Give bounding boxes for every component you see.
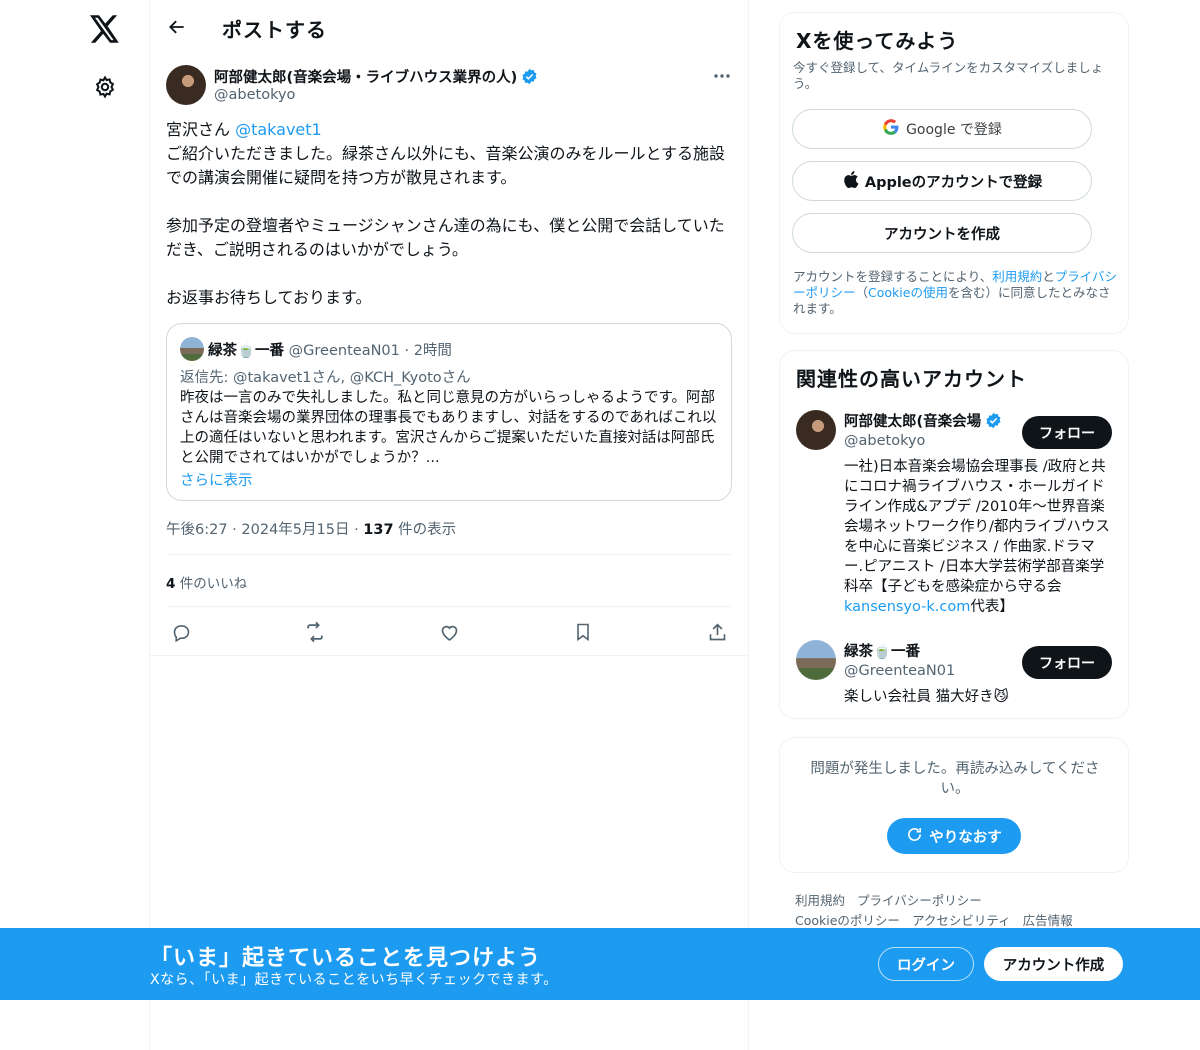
likes-count: 4 — [166, 576, 176, 592]
divider — [166, 606, 732, 607]
likes-link[interactable]: 4 件のいいね — [166, 572, 247, 592]
repost-icon[interactable] — [302, 619, 328, 645]
bio-link[interactable]: kansensyo-k.com — [844, 599, 970, 615]
google-icon — [882, 118, 900, 140]
footer-link[interactable]: 利用規約 — [795, 893, 845, 908]
show-more-link[interactable]: さらに表示 — [180, 469, 253, 490]
account-bio: 楽しい会社員 猫大好き😼 — [844, 689, 1009, 705]
avatar[interactable] — [166, 65, 206, 105]
author-name-link[interactable]: 阿部健太郎(音楽会場・ライブハウス業界の人) — [214, 66, 538, 87]
left-nav — [0, 0, 150, 1050]
banner-subtitle: Xなら、「いま」起きていることをいち早くチェックできます。 — [150, 972, 558, 988]
tweet-author: 阿部健太郎(音楽会場・ライブハウス業界の人) @abetokyo — [166, 64, 736, 108]
divider — [150, 655, 749, 656]
arrow-left-icon[interactable] — [164, 14, 190, 40]
account-item[interactable]: 阿部健太郎(音楽会場 @abetokyo フォロー 一社)日本音楽会場協会理事長… — [796, 410, 1114, 620]
error-message: 問題が発生しました。再読み込みしてください。 — [810, 761, 1100, 797]
quoted-tweet[interactable]: 緑茶🍵一番 @GreenteaN01 · 2時間 返信先: @takavet1さ… — [166, 323, 732, 501]
signup-subtitle: 今すぐ登録して、タイムラインをカスタマイズしましょう。 — [793, 60, 1104, 91]
like-heart-icon[interactable] — [436, 619, 462, 645]
author-name: 阿部健太郎(音楽会場・ライブハウス業界の人) — [214, 70, 518, 86]
footer-link[interactable]: 広告情報 — [1023, 913, 1073, 928]
likes-label: 件のいいね — [175, 576, 248, 592]
signup-banner: 「いま」起きていることを見つけよう Xなら、「いま」起きていることをいち早くチェ… — [0, 928, 1200, 1000]
related-accounts-card: 関連性の高いアカウント 阿部健太郎(音楽会場 @abetokyo フォロー 一社… — [779, 350, 1129, 719]
quote-author-name: 緑茶🍵一番 — [208, 343, 285, 359]
banner-title: 「いま」起きていることを見つけよう — [150, 946, 542, 971]
account-item[interactable]: 緑茶🍵一番 @GreenteaN01 フォロー 楽しい会社員 猫大好き😼 — [796, 640, 1114, 706]
account-name: 緑茶🍵一番 — [844, 644, 921, 660]
page-title: ポストする — [222, 18, 327, 42]
login-button[interactable]: ログイン — [878, 947, 974, 981]
signup-legal: アカウントを登録することにより、利用規約とプライバシーポリシー（Cookieの使… — [793, 269, 1118, 317]
divider — [166, 554, 732, 555]
tweet-time[interactable]: 午後6:27 · 2024年5月15日 · — [166, 522, 363, 538]
avatar — [796, 410, 836, 450]
legal-text: と — [1042, 269, 1055, 284]
footer-links: 利用規約 プライバシーポリシー Cookieのポリシー アクセシビリティ 広告情報 — [795, 891, 1125, 931]
legal-text: アカウントを登録することにより、 — [793, 269, 993, 284]
tweet-greeting: 宮沢さん — [166, 120, 236, 139]
follow-button[interactable]: フォロー — [1022, 646, 1112, 679]
account-handle: @GreenteaN01 — [844, 663, 956, 679]
account-handle: @abetokyo — [844, 433, 926, 449]
tweet-body: ご紹介いただきました。緑茶さん以外にも、音楽公演のみをルールとする施設での講演会… — [166, 144, 726, 307]
footer-link[interactable]: アクセシビリティ — [912, 913, 1011, 928]
bookmark-icon[interactable] — [570, 619, 596, 645]
page-header: ポストする — [150, 0, 749, 54]
account-name: 阿部健太郎(音楽会場 — [844, 414, 982, 430]
create-account-label: アカウントを作成 — [884, 226, 1000, 243]
quote-reply-to: 返信先: @takavet1さん, @KCH_Kyotoさん — [180, 370, 471, 386]
footer-link[interactable]: プライバシーポリシー — [857, 893, 982, 908]
follow-button[interactable]: フォロー — [1022, 416, 1112, 449]
bio-text: 代表】 — [970, 599, 1014, 615]
related-accounts-title: 関連性の高いアカウント — [796, 367, 1027, 391]
more-options-icon[interactable] — [710, 66, 734, 86]
cookie-link[interactable]: Cookieの使用 — [868, 285, 948, 300]
apple-icon — [842, 170, 859, 193]
views-label: 件の表示 — [393, 522, 457, 538]
mention-link[interactable]: @takavet1 — [235, 120, 322, 139]
legal-text: （ — [855, 285, 869, 300]
retry-label: やりなおす — [929, 829, 1002, 846]
quote-header: 緑茶🍵一番 @GreenteaN01 · 2時間 — [208, 339, 452, 360]
tweet-text: 宮沢さん @takavet1 ご紹介いただきました。緑茶さん以外にも、音楽公演の… — [166, 118, 732, 310]
verified-badge-icon — [985, 412, 1002, 429]
bio-text: 一社)日本音楽会場協会理事長 /政府と共にコロナ禍ライブハウス・ホールガイドライ… — [844, 459, 1110, 595]
tweet-meta: 午後6:27 · 2024年5月15日 · 137 件の表示 — [166, 518, 456, 539]
verified-badge-icon — [521, 68, 538, 85]
author-handle: @abetokyo — [214, 87, 296, 103]
views-count: 137 — [363, 522, 394, 538]
avatar — [796, 640, 836, 680]
signup-title: Xを使ってみよう — [796, 29, 959, 53]
quote-handle-time: @GreenteaN01 · 2時間 — [284, 343, 452, 359]
gear-icon[interactable] — [90, 72, 120, 102]
refresh-icon — [906, 826, 923, 847]
terms-link[interactable]: 利用規約 — [992, 269, 1042, 284]
share-icon[interactable] — [704, 619, 730, 645]
banner-create-account-button[interactable]: アカウント作成 — [984, 947, 1123, 981]
create-account-button[interactable]: アカウントを作成 — [792, 213, 1092, 253]
retry-button[interactable]: やりなおす — [887, 818, 1021, 854]
quote-body: 昨夜は一言のみで失礼しました。私と同じ意見の方がいらっしゃるようです。阿部さんは… — [180, 390, 717, 466]
x-logo-icon[interactable] — [88, 12, 122, 46]
reply-icon[interactable] — [168, 619, 194, 645]
apple-signup-label: Appleのアカウントで登録 — [864, 174, 1043, 191]
account-name-row: 阿部健太郎(音楽会場 — [844, 410, 1002, 431]
tweet-actions — [166, 616, 732, 646]
signup-card: Xを使ってみよう 今すぐ登録して、タイムラインをカスタマイズしましょう。 Goo… — [779, 12, 1129, 334]
quote-avatar — [180, 337, 204, 361]
account-bio: 一社)日本音楽会場協会理事長 /政府と共にコロナ禍ライブハウス・ホールガイドライ… — [844, 457, 1110, 617]
footer-link[interactable]: Cookieのポリシー — [795, 913, 900, 928]
main-column: ポストする 阿部健太郎(音楽会場・ライブハウス業界の人) @abetokyo 宮… — [150, 0, 749, 1050]
google-signup-button[interactable]: Google で登録 — [792, 109, 1092, 149]
google-signup-label: Google で登録 — [906, 122, 1002, 138]
error-card: 問題が発生しました。再読み込みしてください。 やりなおす — [779, 737, 1129, 873]
apple-signup-button[interactable]: Appleのアカウントで登録 — [792, 161, 1092, 201]
